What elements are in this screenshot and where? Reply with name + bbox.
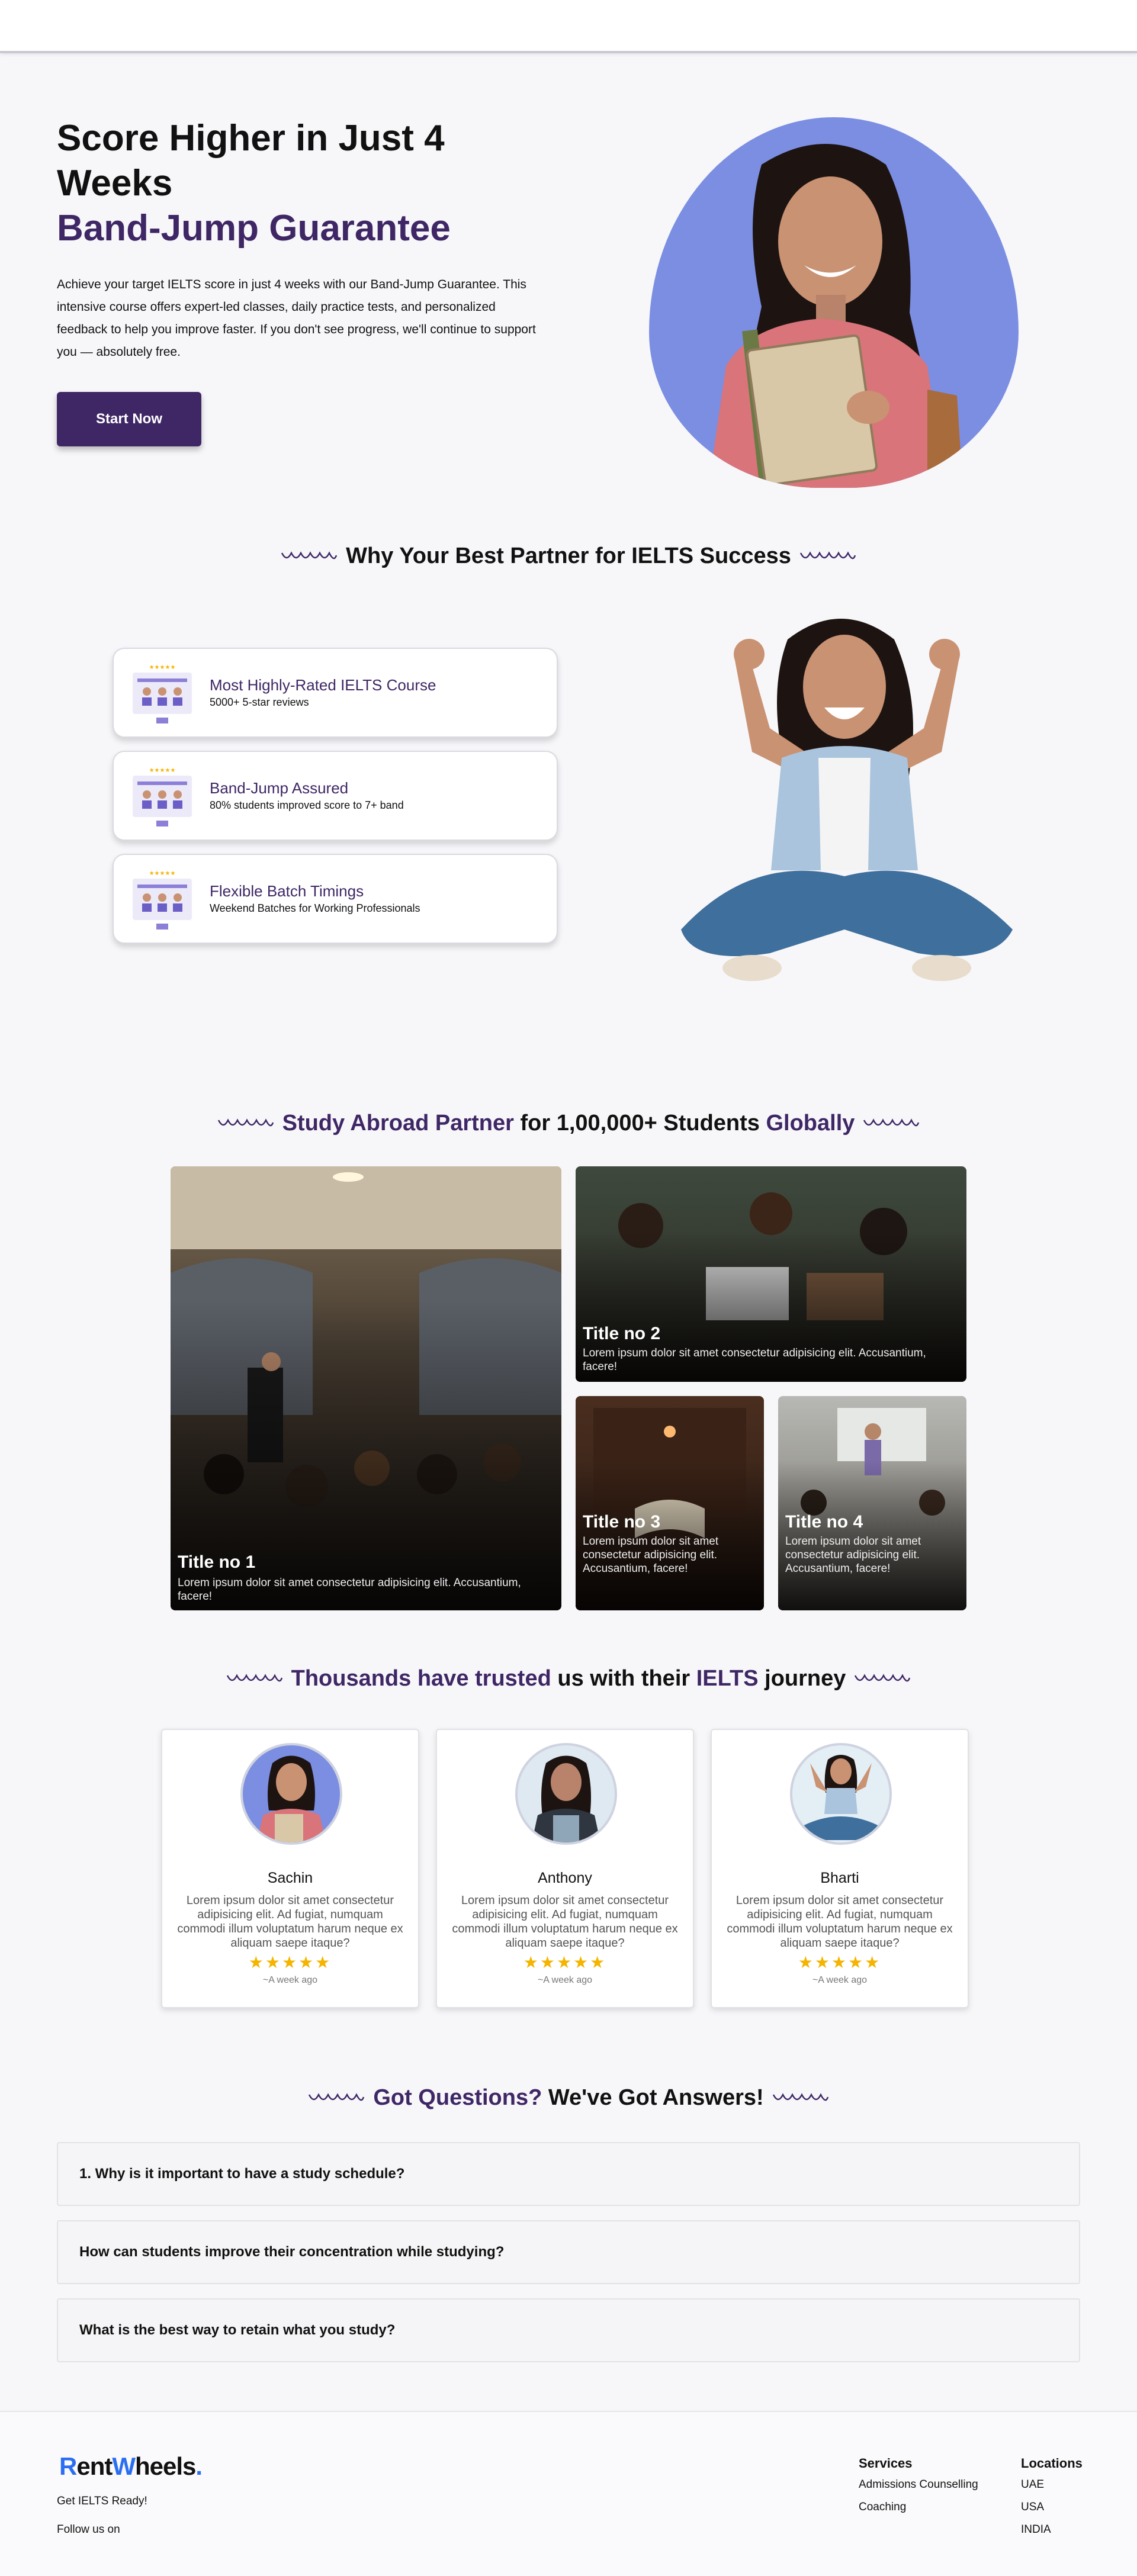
feature-card-bandjump: ★★★★★ Band-Jump Assured 80% students imp…: [113, 751, 558, 841]
feature-subtitle: 80% students improved score to 7+ band: [210, 799, 404, 811]
review-time: ~A week ago: [262, 1975, 318, 1985]
feature-card-rated: ★★★★★ Most Highly-Rated IELTS Course 500…: [113, 648, 558, 738]
trusted-heading-middle: us with their: [551, 1666, 696, 1691]
footer-tagline: Get IELTS Ready!: [57, 2495, 147, 2507]
top-navbar: [0, 0, 1137, 53]
partner-heading-text: Why Your Best Partner for IELTS Success: [346, 543, 791, 568]
tile-text: Lorem ipsum dolor sit amet consectetur a…: [178, 1577, 521, 1603]
tile-title: Title no 3: [583, 1512, 661, 1532]
follow-us-label: Follow us on: [57, 2523, 120, 2536]
feature-subtitle: 5000+ 5-star reviews: [210, 696, 309, 708]
faq-item[interactable]: 1. Why is it important to have a study s…: [57, 2142, 1080, 2206]
hero-description: Achieve your target IELTS score in just …: [57, 278, 536, 359]
svg-text:★★★★★: ★★★★★: [149, 767, 176, 774]
footer-link-uae[interactable]: UAE: [1021, 2478, 1044, 2491]
svg-text:★★★★★: ★★★★★: [149, 870, 176, 877]
tile-title: Title no 2: [583, 1324, 661, 1343]
partner-heading: Why Your Best Partner for IELTS Success: [0, 543, 1137, 569]
hero-title: Score Higher in Just 4 Weeks Band-Jump G…: [57, 116, 483, 251]
hero-title-main: Score Higher in Just 4 Weeks: [57, 118, 445, 204]
logo-letter-w: W: [112, 2452, 136, 2480]
star-rating: ★★★★★: [523, 1953, 607, 1972]
footer: [0, 2411, 1137, 2576]
feature-title: Most Highly-Rated IELTS Course: [210, 676, 436, 694]
tile-text: Lorem ipsum dolor sit amet consectetur a…: [583, 1535, 719, 1575]
services-heading: Services: [859, 2456, 913, 2471]
gallery-tile-1[interactable]: Title no 1 Lorem ipsum dolor sit amet co…: [171, 1166, 561, 1610]
logo-heels: heels: [135, 2452, 196, 2480]
trusted-heading: Thousands have trusted us with their IEL…: [0, 1666, 1137, 1691]
wave-decoration-icon: [281, 551, 338, 559]
feature-subtitle: Weekend Batches for Working Professional…: [210, 902, 420, 914]
footer-logo[interactable]: RentWheels.: [59, 2452, 203, 2481]
study-heading-globally: Globally: [766, 1111, 855, 1136]
trusted-heading-accent: Thousands have trusted: [291, 1666, 551, 1691]
svg-text:★★★★★: ★★★★★: [149, 664, 176, 671]
wave-decoration-icon: [863, 1118, 920, 1127]
review-text: Lorem ipsum dolor sit amet consectetur a…: [177, 1894, 403, 1950]
footer-link-india[interactable]: INDIA: [1021, 2523, 1051, 2536]
testimonial-card: Anthony Lorem ipsum dolor sit amet conse…: [436, 1729, 694, 2008]
study-heading: Study Abroad Partner for 1,00,000+ Stude…: [0, 1111, 1137, 1136]
hero-title-accent: Band-Jump Guarantee: [57, 208, 451, 249]
faq-heading-rest: We've Got Answers!: [542, 2085, 764, 2110]
review-text: Lorem ipsum dolor sit amet consectetur a…: [727, 1894, 953, 1950]
course-thumbnail-icon: ★★★★★: [133, 767, 192, 826]
course-thumbnail-icon: ★★★★★: [133, 870, 192, 930]
review-text: Lorem ipsum dolor sit amet consectetur a…: [452, 1894, 678, 1950]
avatar: [240, 1743, 342, 1845]
star-rating: ★★★★★: [798, 1953, 882, 1972]
gallery-tile-2[interactable]: Title no 2 Lorem ipsum dolor sit amet co…: [576, 1166, 966, 1382]
gallery-tile-4[interactable]: Title no 4 Lorem ipsum dolor sit amet co…: [778, 1396, 966, 1610]
faq-question: What is the best way to retain what you …: [79, 2322, 396, 2338]
logo-dot: .: [195, 2452, 203, 2480]
avatar: [790, 1743, 892, 1845]
feature-title: Band-Jump Assured: [210, 779, 349, 797]
faq-item[interactable]: How can students improve their concentra…: [57, 2220, 1080, 2284]
course-thumbnail-icon: ★★★★★: [133, 664, 192, 723]
study-heading-middle: for 1,00,000+ Students: [513, 1111, 766, 1136]
wave-decoration-icon: [226, 1674, 282, 1682]
star-rating: ★★★★★: [248, 1953, 332, 1972]
wave-decoration-icon: [217, 1118, 274, 1127]
gallery-tile-3[interactable]: Title no 3 Lorem ipsum dolor sit amet co…: [576, 1396, 764, 1610]
wave-decoration-icon: [855, 1674, 911, 1682]
wave-decoration-icon: [772, 2093, 828, 2101]
feature-card-flexible: ★★★★★ Flexible Batch Timings Weekend Bat…: [113, 854, 558, 944]
tile-text: Lorem ipsum dolor sit amet consectetur a…: [583, 1347, 926, 1373]
hero-student-image: [649, 117, 1019, 488]
footer-link-usa[interactable]: USA: [1021, 2501, 1044, 2514]
review-time: ~A week ago: [537, 1975, 593, 1985]
locations-heading: Locations: [1021, 2456, 1083, 2471]
tile-text: Lorem ipsum dolor sit amet consectetur a…: [785, 1535, 921, 1575]
faq-heading-accent: Got Questions?: [373, 2085, 542, 2110]
trusted-heading-end: journey: [758, 1666, 846, 1691]
footer-link-admissions[interactable]: Admissions Counselling: [859, 2478, 978, 2491]
trusted-heading-ielts: IELTS: [696, 1666, 759, 1691]
reviewer-name: Sachin: [267, 1870, 313, 1886]
review-time: ~A week ago: [812, 1975, 868, 1985]
logo-ent: ent: [76, 2452, 113, 2480]
faq-heading: Got Questions? We've Got Answers!: [0, 2085, 1137, 2111]
footer-link-coaching[interactable]: Coaching: [859, 2501, 906, 2514]
testimonial-card: Bharti Lorem ipsum dolor sit amet consec…: [711, 1729, 969, 2008]
testimonial-card: Sachin Lorem ipsum dolor sit amet consec…: [161, 1729, 419, 2008]
start-now-button[interactable]: Start Now: [57, 392, 201, 446]
avatar: [515, 1743, 617, 1845]
study-heading-accent: Study Abroad Partner: [282, 1111, 514, 1136]
wave-decoration-icon: [309, 2093, 365, 2101]
celebrating-student-image: [681, 619, 1013, 981]
faq-question: How can students improve their concentra…: [79, 2244, 505, 2260]
feature-title: Flexible Batch Timings: [210, 882, 364, 900]
faq-item[interactable]: What is the best way to retain what you …: [57, 2298, 1080, 2362]
logo-letter-r: R: [59, 2452, 77, 2480]
reviewer-name: Bharti: [820, 1870, 859, 1886]
tile-title: Title no 1: [178, 1552, 256, 1572]
faq-question: 1. Why is it important to have a study s…: [79, 2166, 405, 2182]
wave-decoration-icon: [799, 551, 856, 559]
tile-title: Title no 4: [785, 1512, 863, 1532]
reviewer-name: Anthony: [538, 1870, 592, 1886]
